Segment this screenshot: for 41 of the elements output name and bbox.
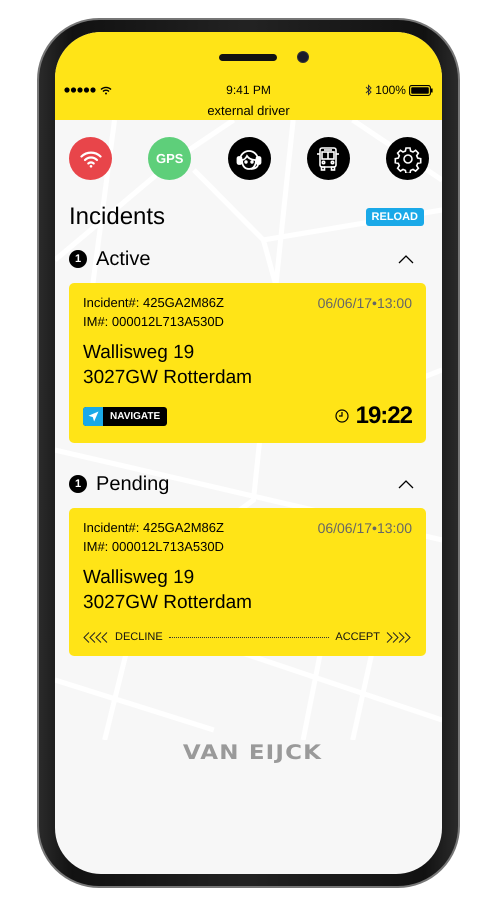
incident-datetime: 06/06/17•13:00	[318, 520, 412, 536]
status-time: 9:41 PM	[226, 83, 271, 97]
battery-percent: 100%	[375, 83, 406, 97]
clock-icon	[334, 409, 349, 423]
wifi-icon	[80, 150, 102, 168]
page-title: Incidents	[69, 203, 166, 231]
eta-time: 19:22	[356, 402, 412, 430]
chevron-icon[interactable]	[398, 480, 414, 488]
wifi-button[interactable]	[69, 137, 112, 180]
battery-icon	[408, 84, 433, 96]
section-title: Active	[96, 248, 150, 270]
incident-number: Incident#: 425GA2M86Z	[83, 295, 224, 311]
chevrons-right-icon	[386, 632, 412, 642]
section-title: Pending	[96, 472, 170, 496]
incident-card[interactable]: Incident#: 425GA2M86Z 06/06/17•13:00 IM#: 000012L713A530D Wallisweg 19 3027GW Rotterdam DECLINE ACCEPT	[69, 508, 426, 656]
navigate-button[interactable]: NAVIGATE	[83, 406, 168, 426]
accept-button[interactable]: ACCEPT	[335, 631, 412, 643]
incident-address: Wallisweg 19 3027GW Rotterdam	[83, 566, 253, 615]
count-badge: 1	[69, 475, 87, 493]
incident-datetime: 06/06/17•13:00	[318, 295, 412, 311]
support-button[interactable]	[228, 137, 270, 180]
incident-card[interactable]: Incident#: 425GA2M86Z 06/06/17•13:00 IM#: 000012L713A530D Wallisweg 19 3027GW Rotterdam NAVIGATE 19:22	[69, 283, 426, 443]
count-badge: 1	[69, 250, 87, 268]
settings-icon	[394, 144, 422, 172]
chevrons-left-icon	[83, 632, 109, 642]
vehicle-button[interactable]	[306, 137, 350, 180]
camera-lens	[296, 51, 308, 63]
wifi-icon	[100, 86, 112, 94]
bluetooth-icon	[365, 84, 372, 96]
im-number: IM#: 000012L713A530D	[83, 539, 225, 554]
brand-logo: VAN EIJCK	[182, 740, 322, 764]
incident-address: Wallisweg 19 3027GW Rotterdam	[83, 341, 253, 390]
speaker-grille	[218, 54, 276, 60]
im-number: IM#: 000012L713A530D	[83, 314, 225, 329]
header-title: external driver	[207, 103, 290, 118]
incident-number: Incident#: 425GA2M86Z	[83, 520, 224, 536]
navigation-arrow-icon	[88, 410, 98, 422]
signal-icon	[64, 87, 97, 93]
settings-button[interactable]	[386, 137, 429, 180]
chevron-icon[interactable]	[398, 254, 414, 264]
decline-button[interactable]: DECLINE	[83, 631, 163, 643]
